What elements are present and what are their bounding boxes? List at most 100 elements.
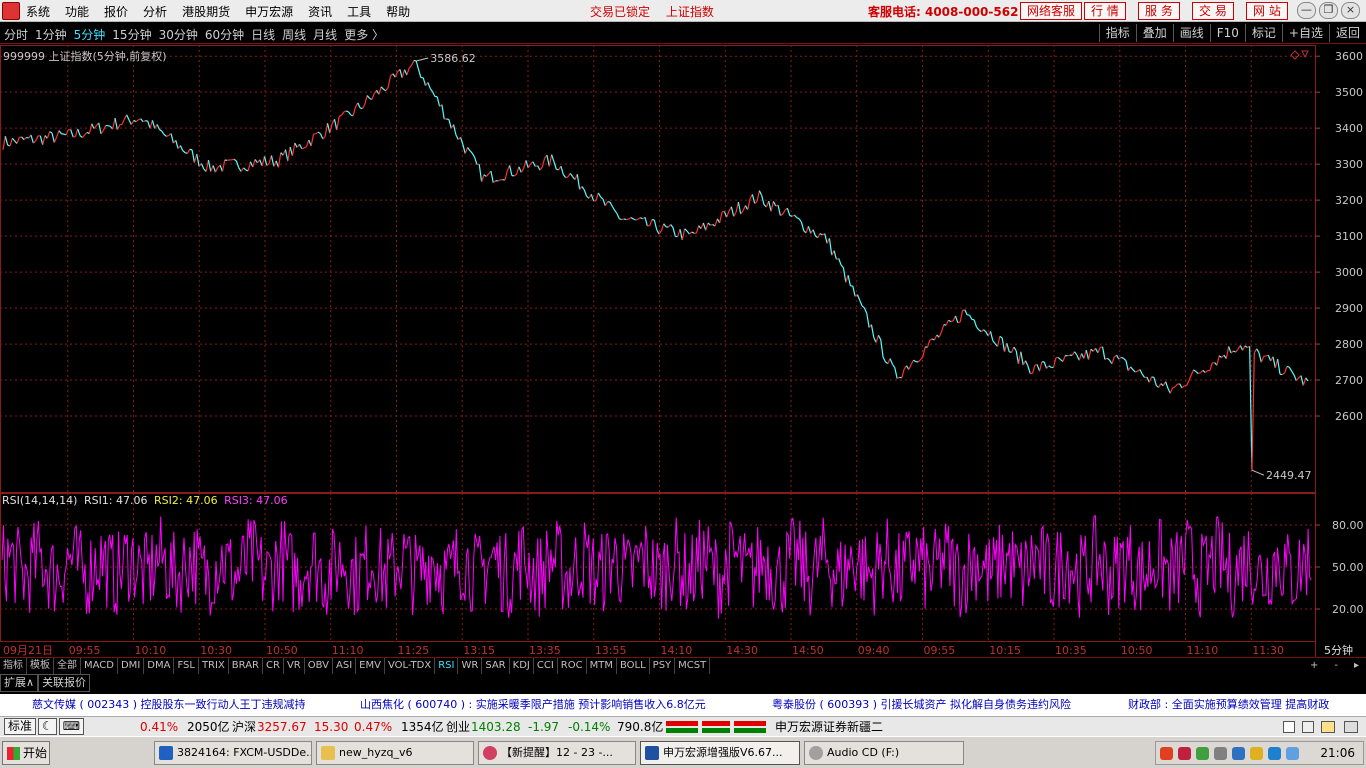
update-icon[interactable] — [1232, 747, 1245, 760]
indicator-tab[interactable]: TRIX — [199, 658, 229, 674]
chart-tool-button[interactable]: 返回 — [1328, 24, 1366, 42]
price-segment — [1235, 348, 1239, 353]
website-button[interactable]: 网 站 — [1246, 2, 1288, 20]
start-button[interactable]: 开始 — [2, 741, 50, 765]
bluetooth-icon[interactable] — [1268, 747, 1281, 760]
indicator-tab[interactable]: 指标 — [0, 658, 27, 674]
minimize-icon[interactable]: — — [1297, 2, 1316, 19]
chart-tool-button[interactable]: 标记 — [1244, 24, 1282, 42]
menu-item-help[interactable]: 帮助 — [386, 3, 410, 20]
chart-tool-button[interactable]: F10 — [1209, 24, 1245, 42]
news-item[interactable]: 山西焦化 ( 600740 ) : 实施采暖季限产措施 预计影响销售收入6.8亿… — [360, 694, 706, 716]
kline-chart[interactable]: 3600 3500 3400 3300 3200 3100 3000 2900 2800 2700… — [0, 45, 1366, 657]
zoom-in-button[interactable]: + — [1307, 658, 1321, 674]
period-tab[interactable]: 1分钟 — [35, 26, 67, 43]
chart-tool-button[interactable]: +自选 — [1281, 24, 1329, 42]
indicator-tab[interactable]: CR — [263, 658, 284, 674]
taskbar-item-fxcm[interactable]: 3824164: FXCM-USDDe... — [154, 741, 312, 765]
trade-button[interactable]: 交 易 — [1192, 2, 1234, 20]
taskbar-item-swhy[interactable]: 申万宏源增强版V6.67... — [640, 741, 800, 765]
taskbar-item-folder[interactable]: new_hyzq_v6 — [316, 741, 474, 765]
indicator-tab[interactable]: ASI — [333, 658, 357, 674]
night-mode-icon[interactable]: ☾ — [38, 718, 57, 735]
indicator-tab[interactable]: CCI — [534, 658, 558, 674]
quotes-button[interactable]: 行 情 — [1084, 2, 1126, 20]
indicator-tab[interactable]: ROC — [558, 658, 587, 674]
keypad-icon[interactable] — [1344, 721, 1358, 733]
indicator-tab[interactable]: MACD — [81, 658, 118, 674]
menu-item-swhy[interactable]: 申万宏源 — [245, 3, 293, 20]
indicator-tab[interactable]: OBV — [305, 658, 333, 674]
rsi-y-tick-label: 20.00 — [1332, 603, 1364, 616]
tray-app-icon[interactable] — [1178, 747, 1191, 760]
market-status-bar: 标准 ☾ ⌨ 0.41% 2050亿 沪深 3257.67 15.30 0.47… — [0, 716, 1366, 736]
indicator-tab[interactable]: PSY — [650, 658, 676, 674]
period-tab[interactable]: 周线 — [282, 26, 306, 43]
price-segment — [856, 294, 861, 301]
restore-icon[interactable]: ❐ — [1319, 2, 1338, 19]
period-tab[interactable]: 更多 〉 — [344, 26, 384, 43]
service-button[interactable]: 服 务 — [1138, 2, 1180, 20]
indicator-tab[interactable]: KDJ — [510, 658, 534, 674]
close-icon[interactable]: × — [1341, 2, 1360, 19]
news-item[interactable]: 粤泰股份 ( 600393 ) 引援长城资产 拟化解自身债务违约风险 — [772, 694, 1071, 716]
taskbar-item-audio-cd[interactable]: Audio CD (F:) — [804, 741, 964, 765]
menu-item-analysis[interactable]: 分析 — [143, 3, 167, 20]
online-service-button[interactable]: 网络客服 — [1020, 2, 1083, 20]
period-tab[interactable]: 30分钟 — [159, 26, 198, 43]
period-tab[interactable]: 15分钟 — [112, 26, 151, 43]
indicator-tab[interactable]: FSL — [174, 658, 199, 674]
indicator-tab[interactable]: RSI — [435, 658, 459, 674]
chart-tool-button[interactable]: 画线 — [1172, 24, 1210, 42]
menu-item-function[interactable]: 功能 — [65, 3, 89, 20]
indicator-tab[interactable]: 全部 — [54, 658, 81, 674]
indicator-tab[interactable]: DMA — [144, 658, 175, 674]
news-item[interactable]: 财政部 : 全面实施预算绩效管理 提高财政 — [1128, 694, 1329, 716]
cd-icon — [809, 746, 823, 760]
indicator-tab[interactable]: BOLL — [617, 658, 650, 674]
indicator-tab[interactable]: EMV — [356, 658, 385, 674]
menu-item-info[interactable]: 资讯 — [308, 3, 332, 20]
indicator-tab[interactable]: WR — [458, 658, 483, 674]
layout-icon[interactable] — [1302, 721, 1314, 733]
price-segment — [317, 131, 321, 135]
period-tab[interactable]: 分时 — [4, 26, 28, 43]
period-tab[interactable]: 60分钟 — [205, 26, 244, 43]
menu-item-quote[interactable]: 报价 — [104, 3, 128, 20]
period-tab[interactable]: 5分钟 — [74, 26, 106, 43]
display-icon[interactable] — [1286, 747, 1299, 760]
security-icon[interactable] — [1250, 747, 1263, 760]
window-icon[interactable] — [1283, 721, 1295, 733]
indicator-tab[interactable]: SAR — [482, 658, 510, 674]
menu-item-system[interactable]: 系统 — [26, 3, 50, 20]
chart-tool-button[interactable]: 指标 — [1098, 24, 1136, 42]
chart-tool-button[interactable]: 叠加 — [1135, 24, 1173, 42]
news-ticker[interactable]: 慈文传媒 ( 002343 ) 控股股东一致行动人王丁违规减持 山西焦化 ( 6… — [0, 694, 1366, 716]
period-tab[interactable]: 日线 — [251, 26, 275, 43]
indicator-tab[interactable]: BRAR — [229, 658, 263, 674]
indicator-tab[interactable]: VR — [284, 658, 305, 674]
indicator-tab[interactable]: DMI — [118, 658, 145, 674]
price-segment — [166, 134, 169, 137]
scroll-right-button[interactable]: ▸ — [1351, 658, 1362, 674]
news-item[interactable]: 慈文传媒 ( 002343 ) 控股股东一致行动人王丁违规减持 — [32, 694, 306, 716]
keyboard-icon[interactable]: ⌨ — [58, 718, 85, 735]
indicator-tab[interactable]: MCST — [675, 658, 711, 674]
related-quotes-button[interactable]: 关联报价 — [38, 674, 91, 692]
network-icon[interactable] — [1196, 747, 1209, 760]
price-segment — [32, 140, 37, 144]
period-tab[interactable]: 月线 — [313, 26, 337, 43]
indicator-tab[interactable]: VOL-TDX — [385, 658, 436, 674]
input-method-icon[interactable] — [1160, 747, 1173, 760]
menu-item-tools[interactable]: 工具 — [347, 3, 371, 20]
taskbar-item-browser[interactable]: 【新提醒】12 - 23 -... — [478, 741, 636, 765]
folder-icon[interactable] — [1321, 721, 1335, 733]
indicator-tab[interactable]: 模板 — [27, 658, 54, 674]
zoom-out-button[interactable]: - — [1331, 658, 1341, 674]
volume-icon[interactable] — [1214, 747, 1227, 760]
price-segment — [619, 218, 622, 221]
expand-button[interactable]: 扩展∧ — [0, 674, 39, 692]
standard-mode-button[interactable]: 标准 — [4, 718, 37, 735]
menu-item-hk-futures[interactable]: 港股期货 — [182, 3, 230, 20]
indicator-tab[interactable]: MTM — [587, 658, 617, 674]
